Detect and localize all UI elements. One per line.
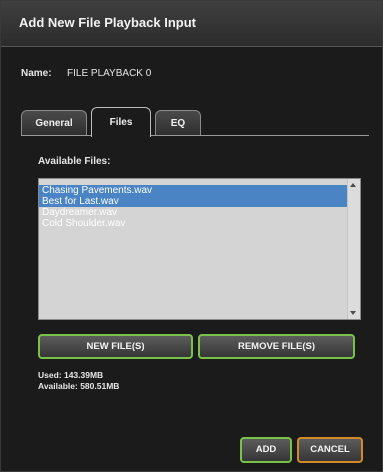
- add-button[interactable]: ADD: [240, 437, 292, 463]
- dialog-title: Add New File Playback Input: [19, 15, 196, 30]
- file-list[interactable]: Chasing Pavements.wav Best for Last.wav …: [38, 178, 361, 320]
- scroll-up-arrow-icon[interactable]: [350, 183, 356, 187]
- tab-eq[interactable]: EQ: [155, 110, 201, 136]
- remove-files-button[interactable]: REMOVE FILE(S): [198, 334, 355, 359]
- new-files-button[interactable]: NEW FILE(S): [38, 334, 193, 359]
- file-item[interactable]: Daydreamer.wav: [39, 207, 347, 218]
- file-list-scrollbar[interactable]: [347, 179, 360, 319]
- storage-used: Used: 143.39MB: [38, 370, 104, 380]
- name-value: FILE PLAYBACK 0: [67, 68, 152, 79]
- tab-files[interactable]: Files: [91, 107, 151, 137]
- name-label: Name:: [21, 68, 52, 79]
- dialog-title-bar: Add New File Playback Input: [1, 1, 382, 47]
- add-file-playback-dialog: Add New File Playback Input Name: FILE P…: [0, 0, 383, 472]
- file-items: Chasing Pavements.wav Best for Last.wav …: [39, 185, 347, 229]
- file-item[interactable]: Cold Shoulder.wav: [39, 218, 347, 229]
- tab-general[interactable]: General: [21, 110, 87, 136]
- file-item[interactable]: Chasing Pavements.wav: [39, 185, 347, 196]
- storage-info: Used: 143.39MB Available: 580.51MB: [38, 370, 119, 392]
- name-row: Name: FILE PLAYBACK 0: [21, 68, 151, 79]
- tab-divider: [21, 135, 369, 136]
- storage-available: Available: 580.51MB: [38, 381, 120, 391]
- available-files-label: Available Files:: [38, 156, 111, 167]
- scroll-down-arrow-icon[interactable]: [350, 311, 356, 315]
- cancel-button[interactable]: CANCEL: [297, 437, 363, 463]
- file-item[interactable]: Best for Last.wav: [39, 196, 347, 207]
